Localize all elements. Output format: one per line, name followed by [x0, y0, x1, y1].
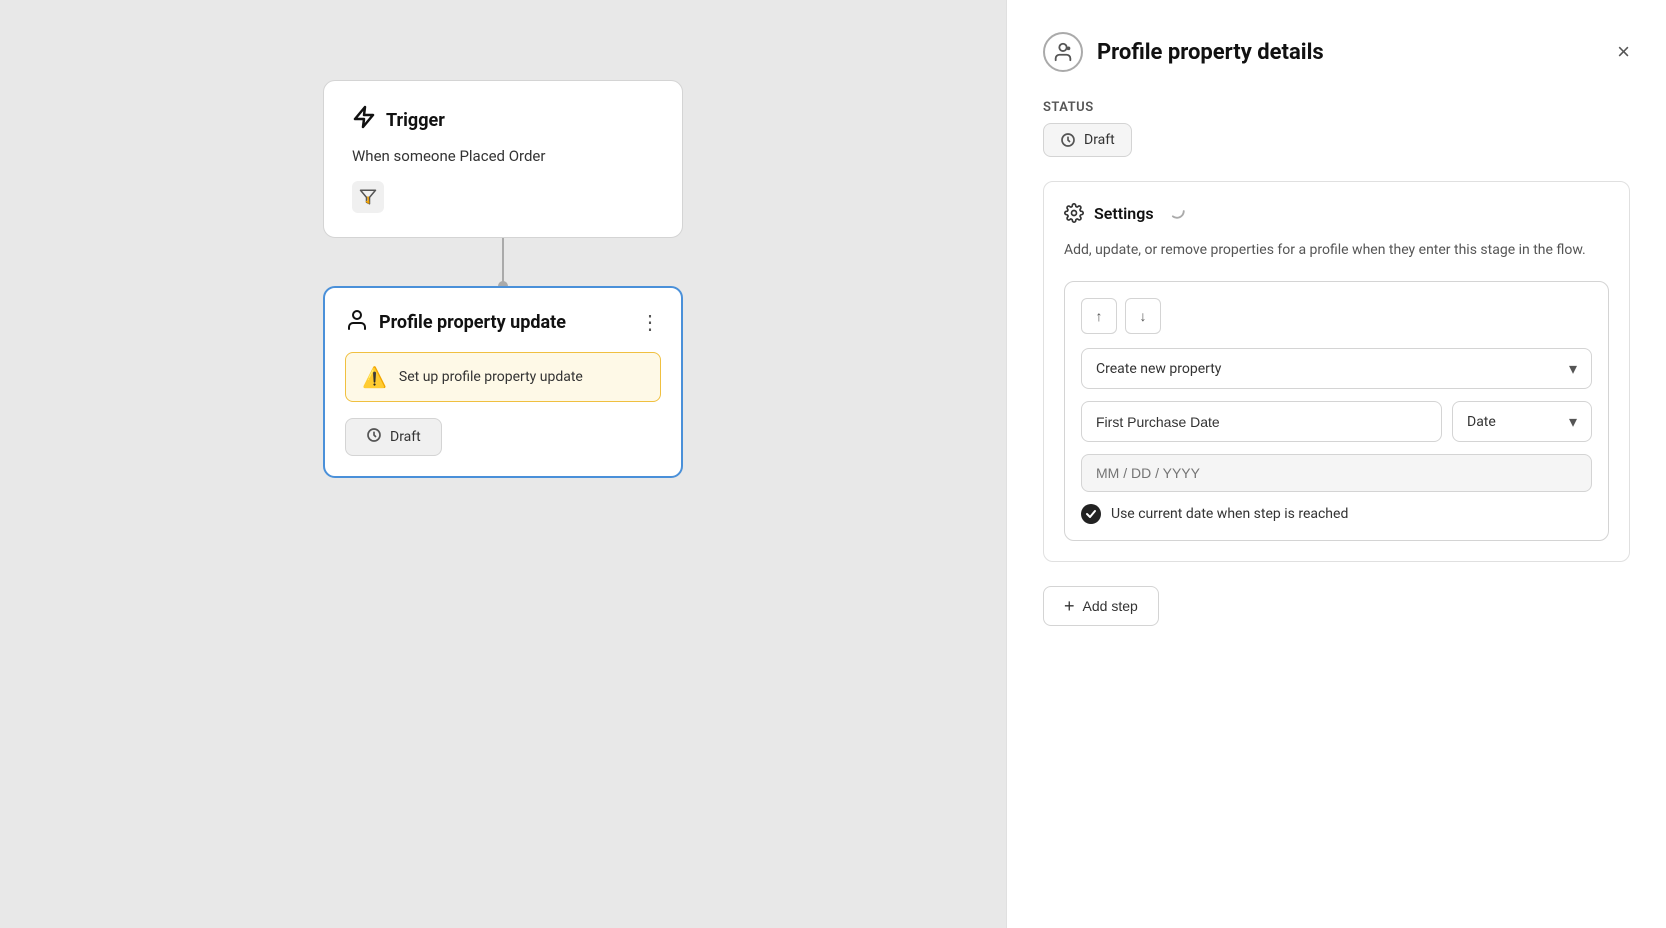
profile-draft-label: Draft	[390, 429, 421, 445]
gear-icon	[1064, 203, 1084, 223]
plus-icon: +	[1064, 597, 1075, 615]
checkbox-label: Use current date when step is reached	[1111, 506, 1348, 522]
person-icon	[345, 308, 369, 336]
checkbox-checked-icon[interactable]	[1081, 504, 1101, 524]
status-badge-label: Draft	[1084, 132, 1115, 148]
profile-card-header-left: Profile property update	[345, 308, 566, 336]
status-badge[interactable]: Draft	[1043, 123, 1132, 157]
panel-header: Profile property details ×	[1043, 32, 1630, 72]
add-step-button[interactable]: + Add step	[1043, 586, 1159, 626]
type-chevron-icon: ▾	[1569, 412, 1577, 431]
trigger-card-header: Trigger	[352, 105, 654, 135]
flow-canvas: Trigger When someone Placed Order	[0, 0, 1006, 928]
lightning-icon	[352, 105, 376, 135]
trigger-subtitle: When someone Placed Order	[352, 147, 654, 165]
status-label: Status	[1043, 100, 1630, 115]
profile-card-header: Profile property update ⋮	[345, 308, 661, 336]
settings-description: Add, update, or remove properties for a …	[1064, 240, 1609, 261]
draft-status-icon	[366, 427, 382, 447]
property-config-box: ↑ ↓ Create new property ▾ Date ▾	[1064, 281, 1609, 541]
flow-connector	[502, 238, 504, 286]
profile-card[interactable]: Profile property update ⋮ ⚠️ Set up prof…	[323, 286, 683, 478]
settings-spinner-icon	[1168, 202, 1186, 224]
property-row: Date ▾	[1081, 401, 1592, 442]
settings-section: Settings Add, update, or remove properti…	[1043, 181, 1630, 562]
chevron-down-icon: ▾	[1569, 359, 1577, 378]
panel-person-icon	[1043, 32, 1083, 72]
warning-icon: ⚠️	[362, 365, 387, 389]
panel-title: Profile property details	[1097, 40, 1324, 65]
create-property-label: Create new property	[1096, 361, 1221, 377]
panel-header-left: Profile property details	[1043, 32, 1324, 72]
status-section: Status Draft	[1043, 100, 1630, 181]
trigger-filter-icon	[352, 181, 384, 213]
type-dropdown[interactable]: Date ▾	[1452, 401, 1592, 442]
flow-container: Trigger When someone Placed Order	[323, 80, 683, 478]
property-name-input[interactable]	[1081, 401, 1442, 442]
move-down-button[interactable]: ↓	[1125, 298, 1161, 334]
settings-title: Settings	[1094, 204, 1154, 223]
more-options-button[interactable]: ⋮	[640, 310, 661, 334]
warning-box[interactable]: ⚠️ Set up profile property update	[345, 352, 661, 402]
date-input[interactable]	[1081, 454, 1592, 492]
close-button[interactable]: ×	[1617, 41, 1630, 63]
move-up-button[interactable]: ↑	[1081, 298, 1117, 334]
profile-draft-badge[interactable]: Draft	[345, 418, 442, 456]
arrow-controls: ↑ ↓	[1081, 298, 1592, 334]
profile-card-title: Profile property update	[379, 312, 566, 333]
trigger-card[interactable]: Trigger When someone Placed Order	[323, 80, 683, 238]
warning-text: Set up profile property update	[399, 369, 583, 385]
checkbox-row[interactable]: Use current date when step is reached	[1081, 504, 1592, 524]
trigger-card-title: Trigger	[386, 110, 445, 131]
create-property-dropdown[interactable]: Create new property ▾	[1081, 348, 1592, 389]
right-panel: Profile property details × Status Draft …	[1006, 0, 1666, 928]
settings-header: Settings	[1064, 202, 1609, 224]
add-step-label: Add step	[1083, 598, 1138, 614]
type-dropdown-label: Date	[1467, 414, 1496, 430]
